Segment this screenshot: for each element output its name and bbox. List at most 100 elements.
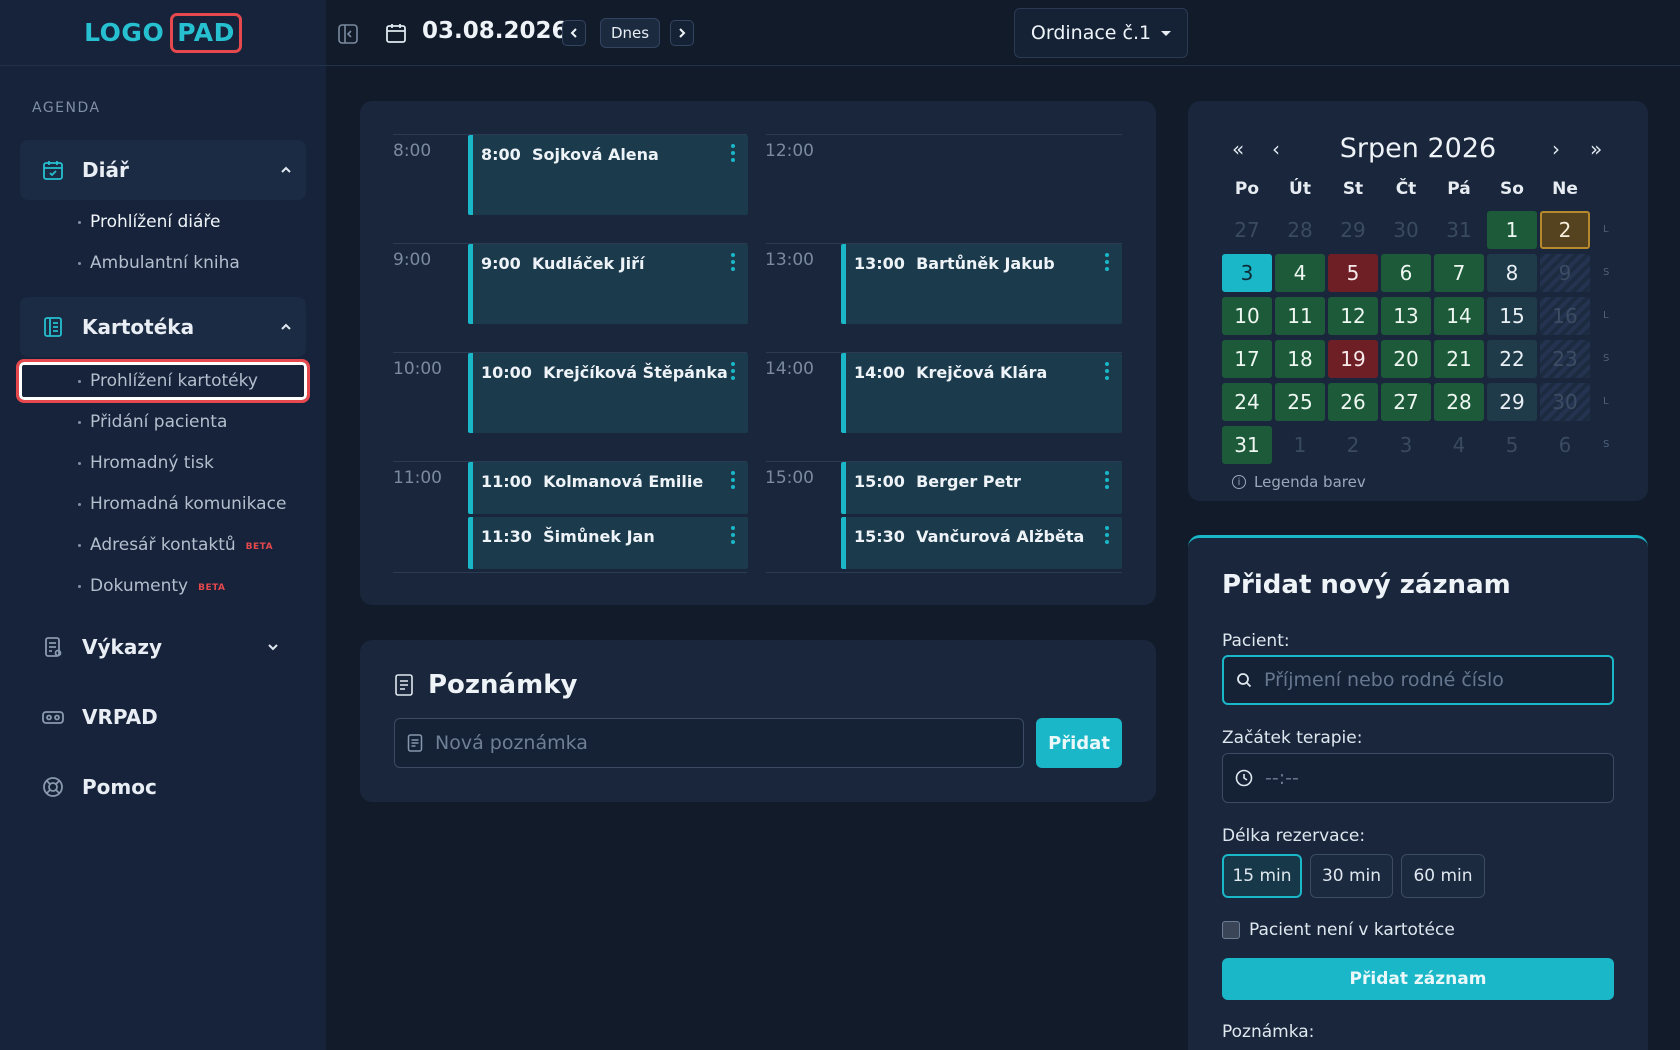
duration-30-button[interactable]: 30 min	[1310, 854, 1393, 898]
checkbox-box[interactable]	[1222, 921, 1240, 939]
calendar-day[interactable]: 30	[1381, 211, 1431, 249]
appointment-card[interactable]: 9:00 Kudláček Jiří	[468, 244, 748, 324]
calendar-day[interactable]: 27	[1381, 383, 1431, 421]
calendar-day[interactable]: 30	[1540, 383, 1590, 421]
kebab-menu-icon[interactable]	[1105, 362, 1109, 380]
calendar-day[interactable]: 18	[1275, 340, 1325, 378]
new-note-input[interactable]: Nová poznámka	[394, 718, 1024, 768]
calendar-day[interactable]: 14	[1434, 297, 1484, 335]
appointment-label: 15:30 Vančurová Alžběta	[854, 527, 1085, 546]
sidebar-item-pomoc[interactable]: Pomoc	[40, 774, 157, 800]
color-legend-link[interactable]: i Legenda barev	[1232, 473, 1366, 491]
sidebar-item-pridani-pacienta[interactable]: Přidání pacienta	[78, 412, 227, 432]
calendar-day[interactable]: 1	[1487, 211, 1537, 249]
kebab-menu-icon[interactable]	[1105, 253, 1109, 271]
kebab-menu-icon[interactable]	[731, 253, 735, 271]
calendar-day[interactable]: 1	[1275, 426, 1325, 464]
appointment-label: 9:00 Kudláček Jiří	[481, 254, 645, 273]
calendar-day[interactable]: 6	[1540, 426, 1590, 464]
next-day-button[interactable]	[670, 20, 694, 46]
calendar-day[interactable]: 2	[1328, 426, 1378, 464]
sidebar-item-dokumenty[interactable]: Dokumenty BETA	[78, 576, 226, 596]
sidebar-group-diar[interactable]: Diář	[20, 140, 306, 200]
add-record-button[interactable]: Přidat záznam	[1222, 958, 1614, 1000]
calendar-day[interactable]: 13	[1381, 297, 1431, 335]
kebab-menu-icon[interactable]	[731, 471, 735, 489]
calendar-day[interactable]: 25	[1275, 383, 1325, 421]
sidebar-item-prohlizeni-diare[interactable]: Prohlížení diáře	[78, 212, 220, 232]
calendar-day[interactable]: 20	[1381, 340, 1431, 378]
calendar-day[interactable]: 28	[1275, 211, 1325, 249]
sidebar-item-vykazy[interactable]: Výkazy	[40, 634, 278, 660]
calendar-day[interactable]: 2	[1540, 211, 1590, 249]
sidebar-item-vrpad[interactable]: VRPAD	[40, 704, 158, 730]
calendar-day[interactable]: 5	[1487, 426, 1537, 464]
calendar-day[interactable]: 4	[1434, 426, 1484, 464]
calendar-day[interactable]: 31	[1222, 426, 1272, 464]
prev-month-button[interactable]: ‹	[1272, 137, 1280, 161]
calendar-day[interactable]: 29	[1328, 211, 1378, 249]
duration-15-button[interactable]: 15 min	[1222, 854, 1302, 898]
calendar-day[interactable]: 26	[1328, 383, 1378, 421]
sidebar-item-hromadny-tisk[interactable]: Hromadný tisk	[78, 453, 214, 473]
calendar-day[interactable]: 21	[1434, 340, 1484, 378]
calendar-day[interactable]: 29	[1487, 383, 1537, 421]
appointment-card[interactable]: 14:00 Krejčová Klára	[841, 353, 1122, 433]
kebab-menu-icon[interactable]	[731, 144, 735, 162]
calendar-day[interactable]: 10	[1222, 297, 1272, 335]
sidebar-item-label: Hromadný tisk	[90, 453, 214, 473]
calendar-day[interactable]: 5	[1328, 254, 1378, 292]
next-month-button[interactable]: ›	[1552, 137, 1560, 161]
appointment-card[interactable]: 15:30 Vančurová Alžběta	[841, 517, 1122, 569]
appointment-card[interactable]: 10:00 Krejčíková Štěpánka	[468, 353, 748, 433]
calendar-day[interactable]: 23	[1540, 340, 1590, 378]
appointment-card[interactable]: 15:00 Berger Petr	[841, 462, 1122, 514]
calendar-day[interactable]: 8	[1487, 254, 1537, 292]
calendar-day[interactable]: 15	[1487, 297, 1537, 335]
calendar-day[interactable]: 24	[1222, 383, 1272, 421]
prev-day-button[interactable]	[562, 20, 586, 46]
calendar-day[interactable]: 22	[1487, 340, 1537, 378]
calendar-day[interactable]: 6	[1381, 254, 1431, 292]
calendar-day[interactable]: 3	[1222, 254, 1272, 292]
calendar-icon[interactable]	[384, 21, 408, 49]
start-time-input[interactable]: --:--	[1222, 753, 1614, 803]
add-note-button[interactable]: Přidat	[1036, 718, 1122, 768]
office-select[interactable]: Ordinace č.1	[1014, 8, 1188, 58]
kebab-menu-icon[interactable]	[731, 362, 735, 380]
appointment-card[interactable]: 11:00 Kolmanová Emilie	[468, 462, 748, 514]
sidebar-group-kartoteka[interactable]: Kartotéka	[20, 297, 306, 357]
calendar-day[interactable]: 7	[1434, 254, 1484, 292]
calendar-day[interactable]: 31	[1434, 211, 1484, 249]
next-year-button[interactable]: »	[1590, 137, 1602, 161]
calendar-day[interactable]: 12	[1328, 297, 1378, 335]
kebab-menu-icon[interactable]	[1105, 526, 1109, 544]
calendar-day[interactable]: 3	[1381, 426, 1431, 464]
prev-year-button[interactable]: «	[1232, 137, 1244, 161]
calendar-day[interactable]: 9	[1540, 254, 1590, 292]
calendar-day[interactable]: 11	[1275, 297, 1325, 335]
calendar-month: Srpen 2026	[1339, 133, 1497, 164]
kebab-menu-icon[interactable]	[731, 526, 735, 544]
logo[interactable]: LOGO PAD	[84, 12, 242, 53]
calendar-day[interactable]: 28	[1434, 383, 1484, 421]
appointment-card[interactable]: 11:30 Šimůnek Jan	[468, 517, 748, 569]
sidebar-item-prohlizeni-kartoteky[interactable]: Prohlížení kartotéky	[78, 371, 258, 391]
sidebar-item-hromadna-komunikace[interactable]: Hromadná komunikace	[78, 494, 286, 514]
calendar-day[interactable]: 4	[1275, 254, 1325, 292]
calendar-day[interactable]: 17	[1222, 340, 1272, 378]
calendar-header: Srpen 2026 « ‹ › »	[1188, 133, 1648, 167]
sidebar-toggle-icon[interactable]	[336, 22, 360, 46]
kebab-menu-icon[interactable]	[1105, 471, 1109, 489]
duration-60-button[interactable]: 60 min	[1401, 854, 1485, 898]
patient-search-input[interactable]: Příjmení nebo rodné číslo	[1222, 655, 1614, 705]
appointment-card[interactable]: 13:00 Bartůněk Jakub	[841, 244, 1122, 324]
sidebar-item-ambulantni-kniha[interactable]: Ambulantní kniha	[78, 253, 240, 273]
sidebar-item-adresar-kontaktu[interactable]: Adresář kontaktů BETA	[78, 535, 273, 555]
calendar-day[interactable]: 27	[1222, 211, 1272, 249]
calendar-day[interactable]: 19	[1328, 340, 1378, 378]
appointment-card[interactable]: 8:00 Sojková Alena	[468, 135, 748, 215]
calendar-day[interactable]: 16	[1540, 297, 1590, 335]
today-button[interactable]: Dnes	[600, 18, 660, 48]
not-in-registry-checkbox[interactable]: Pacient není v kartotéce	[1222, 920, 1455, 940]
